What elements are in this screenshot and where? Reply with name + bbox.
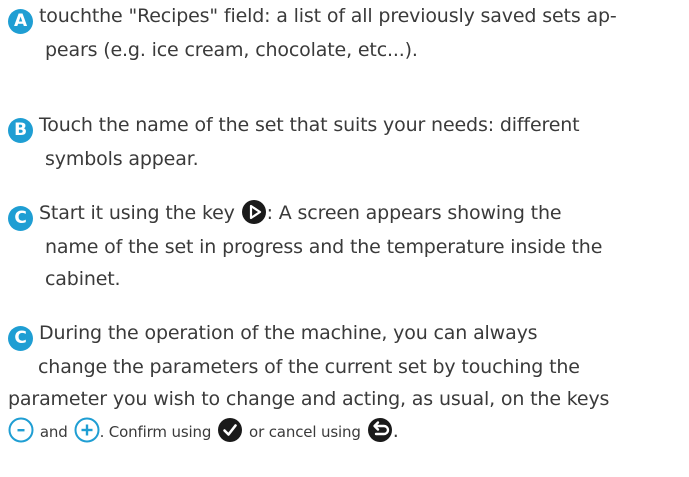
step-badge-c-operation: C bbox=[8, 325, 33, 351]
step-b-line1: Touch the name of the set that suits you… bbox=[39, 114, 580, 136]
undo-icon bbox=[367, 417, 392, 442]
step-c-operation: C During the operation of the machine, yo… bbox=[8, 317, 684, 448]
step-badge-b: B bbox=[8, 117, 33, 143]
play-icon bbox=[241, 200, 266, 224]
step-badge-a: A bbox=[8, 8, 33, 34]
step-a-line1: touchthe "Recipes" field: a list of all … bbox=[39, 5, 617, 27]
step-d-line1: During the operation of the machine, you… bbox=[39, 322, 538, 344]
step-c-line2: name of the set in progress and the temp… bbox=[45, 235, 603, 258]
check-icon bbox=[218, 417, 243, 442]
step-c-line3: cabinet. bbox=[45, 267, 121, 290]
step-c-line1-before: Start it using the key bbox=[39, 202, 235, 224]
step-b: B Touch the name of the set that suits yo… bbox=[8, 109, 684, 175]
step-a-line2: pears (e.g. ice cream, chocolate, etc...… bbox=[45, 38, 418, 61]
step-a: Atouchthe "Recipes" field: a list of all… bbox=[8, 0, 684, 66]
step-c: C Start it using the key : A screen appea… bbox=[8, 197, 684, 295]
step-c-line1-after: : A screen appears showing the bbox=[266, 202, 562, 224]
confirm-text: . Confirm using bbox=[99, 422, 212, 441]
end-period: . bbox=[392, 419, 399, 442]
step-d-line2: change the parameters of the current set… bbox=[38, 355, 580, 378]
step-b-line2: symbols appear. bbox=[45, 147, 199, 170]
cancel-text: or cancel using bbox=[249, 422, 361, 441]
plus-icon bbox=[74, 417, 100, 442]
minus-icon bbox=[8, 417, 34, 442]
step-d-line3: parameter you wish to change and acting,… bbox=[8, 387, 610, 410]
and-word: and bbox=[39, 422, 68, 441]
step-badge-c: C bbox=[8, 205, 33, 231]
